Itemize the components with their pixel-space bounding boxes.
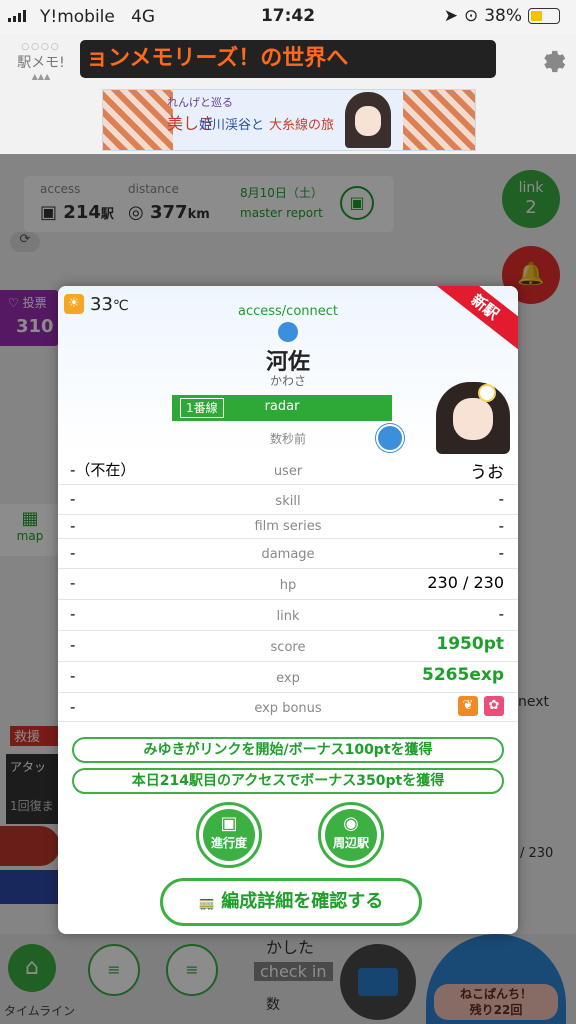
user-label: user: [273, 464, 303, 479]
formation-button-label: 編成詳細を確認する: [221, 891, 384, 912]
station-access-dialog: ☀ 33℃ 新駅 access/connect 河佐 かわさ 1番線 radar…: [58, 286, 518, 934]
damage-label: damage: [261, 547, 315, 562]
link-right: -: [498, 605, 504, 623]
row-hp: - hp 230 / 230: [58, 569, 518, 600]
formation-details-button[interactable]: 🚃 編成詳細を確認する: [160, 878, 422, 926]
banner-pattern-left: [103, 90, 173, 150]
progress-button[interactable]: ▣ 進行度: [196, 802, 262, 868]
app-header: ○○○○ 駅メモ! ▲▲▲ ョンメモリーズ！の世界へ れんげと巡る 美しき 姫川…: [0, 34, 576, 154]
app-logo[interactable]: ○○○○ 駅メモ! ▲▲▲: [12, 42, 70, 86]
character-portrait: [436, 382, 510, 454]
progress-button-label: 進行度: [210, 836, 247, 850]
rotation-lock-icon: ⊙: [463, 6, 479, 26]
damage-right: -: [498, 544, 504, 562]
line-bar: 1番線 radar: [172, 395, 392, 421]
logo-rail-icon: ▲▲▲: [31, 72, 51, 81]
hp-right: 230 / 230: [427, 573, 504, 592]
train-progress-icon: ▣: [220, 813, 238, 834]
row-film-series: - film series -: [58, 515, 518, 539]
banner-text-3: 姫川渓谷と: [199, 118, 265, 133]
row-user: -（不在） user うお: [58, 454, 518, 485]
flower-bonus-icon: ✿: [484, 696, 504, 716]
nearby-stations-button[interactable]: ◉ 周辺駅: [318, 802, 384, 868]
access-bonus-message: 本日214駅目のアクセスでボーナス350ptを獲得: [72, 768, 504, 794]
news-marquee[interactable]: ョンメモリーズ！の世界へ: [80, 40, 496, 78]
row-skill: - skill -: [58, 485, 518, 515]
banner-text-4: 大糸線の旅: [269, 118, 335, 133]
row-exp: - exp 5265exp: [58, 662, 518, 693]
film-series-right: -: [498, 517, 504, 535]
exp-value: 5265exp: [422, 665, 504, 685]
row-score: - score 1950pt: [58, 631, 518, 662]
status-bar: Y!mobile 4G 17:42 ➤ ⊙ 38%: [0, 0, 576, 34]
nearby-button-label: 周辺駅: [332, 836, 369, 850]
flower-hair-icon: [478, 384, 496, 402]
settings-gear-icon[interactable]: [536, 44, 566, 74]
radar-label: radar: [264, 399, 300, 414]
blue-orb-icon: [278, 322, 298, 342]
skill-label: skill: [275, 494, 301, 509]
location-icon: ➤: [443, 6, 458, 26]
row-exp-bonus: - exp bonus ❦ ✿: [58, 693, 518, 722]
nearby-radar-icon: ◉: [343, 813, 359, 834]
access-mode-label: access/connect: [237, 304, 338, 319]
user-right: うお: [470, 463, 504, 483]
exp-bonus-label: exp bonus: [254, 701, 322, 716]
marquee-text: ョンメモリーズ！の世界へ: [86, 46, 349, 71]
radar-icon[interactable]: [376, 424, 404, 452]
row-damage: - damage -: [58, 539, 518, 569]
link-row-label: link: [276, 609, 300, 624]
logo-dots-icon: ○○○○: [21, 42, 61, 52]
banner-pattern-right: [403, 90, 475, 150]
link-bonus-message: みゆきがリンクを開始/ボーナス100ptを獲得: [72, 737, 504, 763]
battery-icon: [528, 8, 560, 24]
leaf-bonus-icon: ❦: [458, 696, 478, 716]
station-reading: かわさ: [269, 374, 306, 388]
dialog-header: ☀ 33℃ 新駅 access/connect 河佐 かわさ 1番線 radar…: [58, 286, 518, 454]
film-series-label: film series: [254, 519, 322, 534]
event-banner[interactable]: れんげと巡る 美しき 姫川渓谷と 大糸線の旅: [102, 89, 476, 151]
banner-text-1: れんげと巡る: [167, 96, 233, 109]
battery-percent: 38%: [484, 6, 522, 26]
row-link: - link -: [58, 600, 518, 631]
skill-right: -: [498, 490, 504, 508]
score-value: 1950pt: [436, 634, 504, 654]
logo-label: 駅メモ!: [17, 55, 65, 71]
train-set-icon: 🚃: [198, 896, 215, 911]
